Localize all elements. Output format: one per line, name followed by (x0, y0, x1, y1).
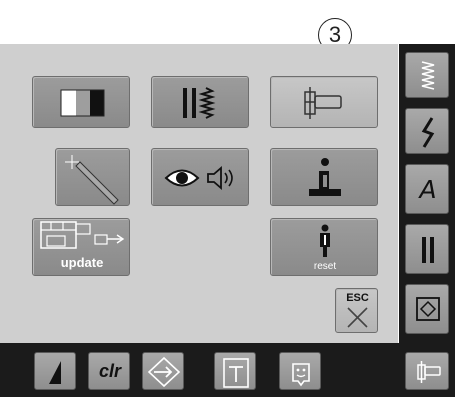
screen-contrast-button[interactable] (32, 76, 130, 128)
setup-panel: update reset ESC (0, 44, 398, 343)
stitch-settings-button[interactable] (151, 76, 249, 128)
reset-label: reset (313, 261, 337, 272)
alphabet-letter: A (419, 175, 437, 204)
width-wedge-icon (49, 361, 61, 384)
presser-foot-small-icon (417, 361, 441, 383)
setup-program-button[interactable] (142, 352, 184, 390)
clear-button[interactable]: clr (88, 352, 130, 390)
sidebar-decorative-stitches[interactable] (405, 108, 449, 154)
setup-diamond-icon (147, 356, 181, 388)
update-label: update (60, 255, 104, 270)
close-x-icon (347, 307, 368, 328)
presser-foot-button[interactable] (270, 76, 378, 128)
help-button[interactable] (279, 352, 321, 390)
stitch-width-icon (183, 87, 216, 119)
sidebar-alphabets[interactable]: A (405, 164, 449, 214)
service-button[interactable] (270, 148, 378, 206)
right-sidebar: A (399, 44, 455, 343)
sidebar-buttonholes[interactable] (405, 224, 449, 274)
buttonhole-icon (422, 237, 434, 263)
eye-sound-icon (164, 166, 233, 190)
bottom-toolbar: clr (0, 343, 455, 397)
calibrate-screen-icon (65, 155, 119, 205)
tutorial-button[interactable] (214, 352, 256, 390)
sidebar-quilt-stitches[interactable] (405, 284, 449, 334)
monitoring-button[interactable] (151, 148, 249, 206)
presser-foot-indicator-button[interactable] (405, 352, 449, 390)
reset-button[interactable]: reset (270, 218, 378, 276)
stitch-width-button[interactable] (34, 352, 76, 390)
clr-label: clr (98, 361, 122, 381)
zigzag-stitch-icon (421, 61, 435, 90)
esc-button[interactable]: ESC (335, 288, 378, 333)
sidebar-practical-stitches[interactable] (405, 52, 449, 98)
presser-foot-icon (304, 87, 342, 119)
service-icon (309, 158, 341, 196)
calibration-button[interactable] (55, 148, 130, 206)
update-button[interactable]: update (32, 218, 130, 276)
decorative-stitch-icon (421, 117, 435, 148)
tutorial-book-icon (223, 358, 249, 388)
screen-contrast-icon (60, 89, 105, 117)
smiley-help-icon (292, 363, 310, 387)
quilt-icon (416, 297, 440, 321)
